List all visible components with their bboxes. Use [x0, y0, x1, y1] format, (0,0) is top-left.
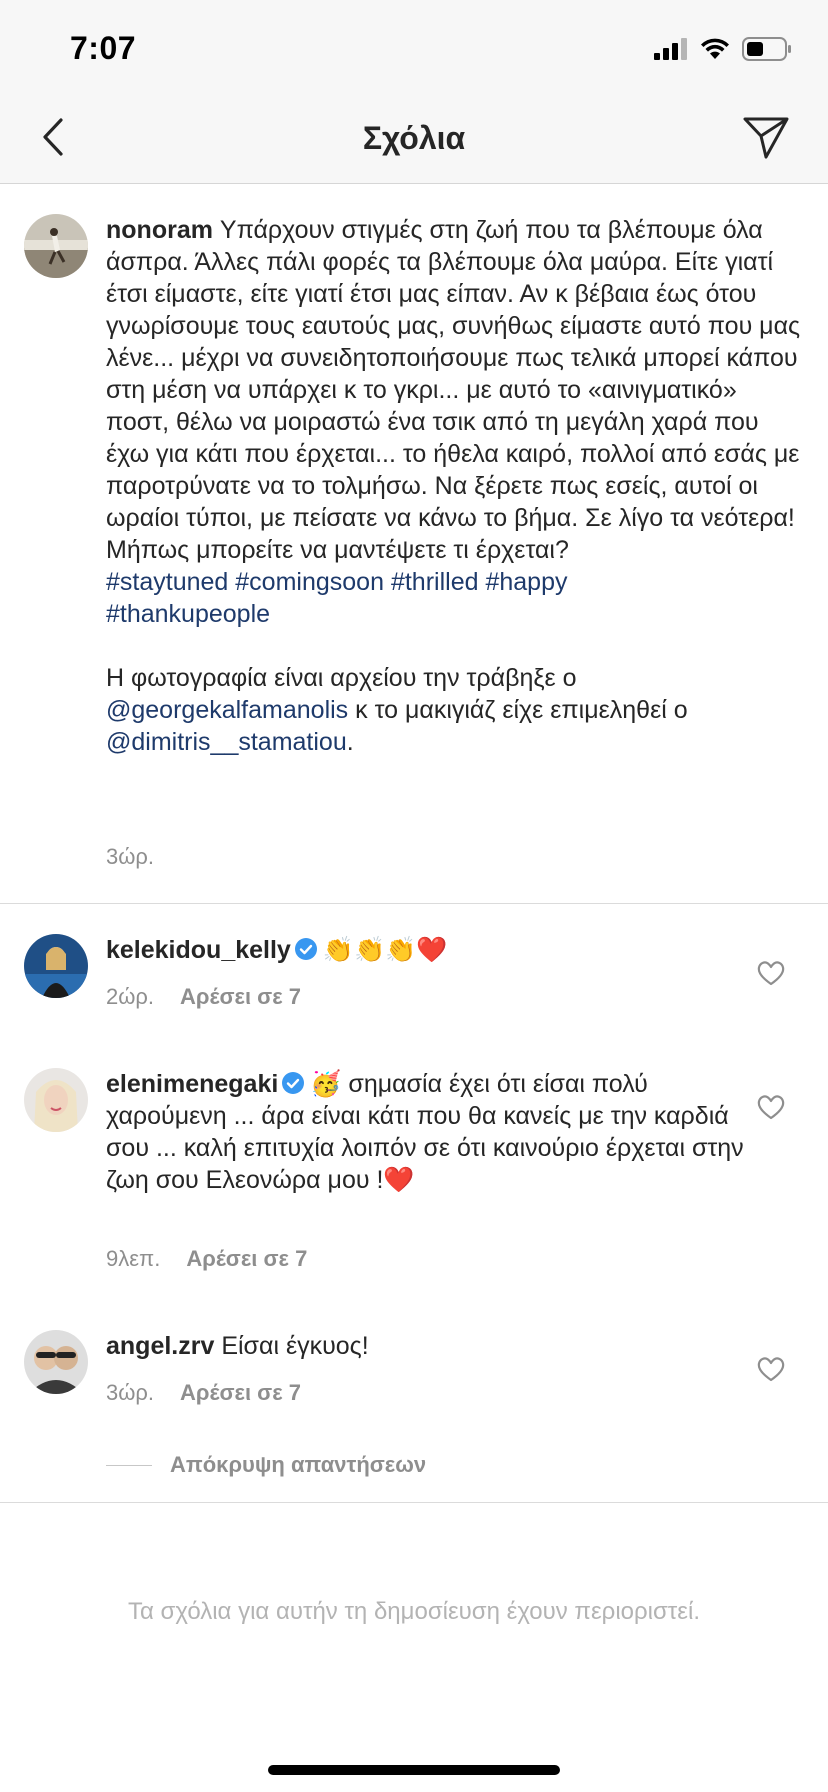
comment-emoji-text: 👏👏👏❤️ [322, 935, 448, 964]
avatar[interactable] [24, 934, 88, 998]
comment-timestamp: 2ώρ. [106, 984, 155, 1009]
paper-plane-icon [743, 117, 789, 159]
avatar-photo [24, 934, 88, 998]
photo-credit-text: κ το μακιγιάζ είχε επιμεληθεί ο [355, 696, 688, 724]
hide-replies-button[interactable]: Απόκρυψη απαντήσεων [106, 1452, 426, 1478]
comment-timestamp: 3ώρ. [106, 1380, 155, 1405]
heart-outline-icon[interactable] [756, 958, 786, 988]
comments-restricted-notice: Τα σχόλια για αυτήν τη δημοσίευση έχουν … [127, 1598, 700, 1625]
status-time: 7:07 [70, 30, 137, 66]
heart-outline-icon[interactable] [756, 1092, 786, 1122]
avatar[interactable] [24, 1068, 88, 1132]
comment-text: elenimenegaki 🥳 σημασία έχει ότι είσαι πο… [106, 1068, 756, 1196]
status-icons [654, 36, 792, 62]
caption-username[interactable]: nonoram [106, 216, 213, 244]
comment-username[interactable]: elenimenegaki [106, 1070, 278, 1098]
heart-outline-icon[interactable] [756, 1354, 786, 1384]
wifi-icon [701, 38, 729, 59]
hashtag-link[interactable]: #comingsoon [235, 568, 384, 596]
avatar-photo [24, 1330, 88, 1394]
comment-meta: 2ώρ. Αρέσει σε 7 [106, 984, 301, 1010]
divider [0, 1502, 828, 1503]
red-heart-emoji: ❤️ [383, 1165, 415, 1194]
comment-username[interactable]: kelekidou_kelly [106, 936, 291, 964]
comment-username[interactable]: angel.zrv [106, 1332, 214, 1360]
comment-text: angel.zrv Είσαι έγκυος! [106, 1330, 756, 1362]
replies-divider-line [106, 1464, 152, 1466]
comment-meta: 9λεπ. Αρέσει σε 7 [106, 1246, 307, 1272]
caption-body: Υπάρχουν στιγμές στη ζωή που τα βλέπουμε… [106, 216, 801, 564]
party-face-emoji: 🥳 [310, 1069, 342, 1098]
hashtag-link[interactable]: #thrilled [391, 568, 479, 596]
photo-credit-text: Η φωτογραφία είναι αρχείου την τράβηξε ο [106, 664, 577, 692]
verified-badge-icon [282, 1072, 305, 1094]
comment-likes[interactable]: Αρέσει σε 7 [180, 1380, 301, 1406]
hashtag-link[interactable]: #thankupeople [106, 600, 270, 628]
comment-likes[interactable]: Αρέσει σε 7 [186, 1246, 307, 1272]
caption-timestamp: 3ώρ. [106, 844, 155, 869]
comment-likes[interactable]: Αρέσει σε 7 [180, 984, 301, 1010]
comment-body: Είσαι έγκυος! [221, 1332, 369, 1360]
avatar[interactable] [24, 1330, 88, 1394]
avatar-photo [24, 214, 88, 278]
mention-link[interactable]: @georgekalfamanolis [106, 696, 348, 724]
battery-icon [742, 37, 791, 61]
page-title: Σχόλια [362, 120, 466, 156]
caption-text: nonoram Υπάρχουν στιγμές στη ζωή που τα … [106, 214, 806, 758]
share-button[interactable] [738, 110, 794, 166]
verified-badge-icon [294, 938, 317, 960]
comment-timestamp: 9λεπ. [106, 1246, 161, 1271]
home-indicator[interactable] [268, 1765, 560, 1775]
comments-header: Σχόλια [0, 92, 828, 184]
comment-meta: 3ώρ. Αρέσει σε 7 [106, 1380, 301, 1406]
photo-credit-period: . [346, 728, 354, 756]
hashtag-link[interactable]: #happy [485, 568, 567, 596]
hashtag-link[interactable]: #staytuned [106, 568, 228, 596]
comment-text: kelekidou_kelly 👏👏👏❤️ [106, 934, 756, 966]
mention-link[interactable]: @dimitris__stamatiou [106, 728, 347, 756]
avatar[interactable] [24, 214, 88, 278]
avatar-photo [24, 1068, 88, 1132]
post-caption: nonoram Υπάρχουν στιγμές στη ζωή που τα … [0, 184, 828, 904]
signal-icon [654, 38, 687, 60]
hide-replies-label: Απόκρυψη απαντήσεων [170, 1452, 427, 1477]
status-bar: 7:07 [0, 0, 828, 92]
